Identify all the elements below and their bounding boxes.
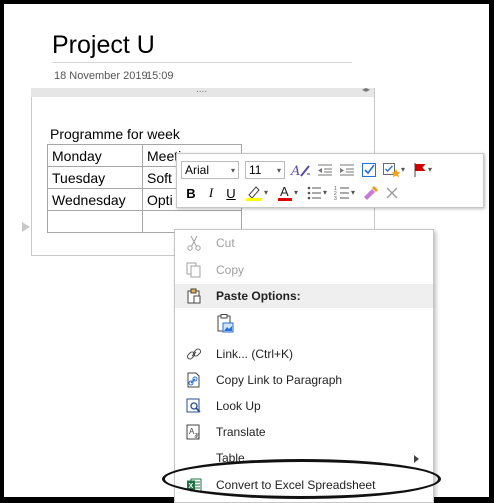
container-drag-bar[interactable]: .... ◂▸ xyxy=(31,84,374,97)
clipboard-icon xyxy=(185,287,203,305)
menu-item-link[interactable]: Link... (Ctrl+K) xyxy=(175,342,433,366)
clear-formatting-button[interactable]: A xyxy=(289,161,313,179)
font-color-button[interactable]: A ▾ xyxy=(275,184,303,202)
todo-tag-button[interactable] xyxy=(359,161,379,179)
close-icon xyxy=(386,187,398,199)
copy-link-icon xyxy=(185,371,203,389)
menu-item-copy-link[interactable]: Copy Link to Paragraph xyxy=(175,368,433,392)
menu-label-copy-link: Copy Link to Paragraph xyxy=(216,373,343,387)
submenu-arrow-icon xyxy=(414,455,419,463)
checkbox-icon xyxy=(362,163,376,177)
increase-indent-icon xyxy=(340,164,354,176)
flag-icon: ▾ xyxy=(414,163,432,177)
table-cell[interactable]: Monday xyxy=(47,144,143,167)
menu-item-cut[interactable]: Cut xyxy=(175,231,433,255)
menu-label-paste-options: Paste Options: xyxy=(216,289,301,303)
font-name-value: Arial xyxy=(185,163,210,177)
increase-indent-button[interactable] xyxy=(337,161,357,179)
tags-button[interactable]: ▾ xyxy=(381,161,407,179)
svg-text:A: A xyxy=(280,184,289,199)
menu-paste-options-header: Paste Options: xyxy=(175,284,433,308)
menu-label-copy: Copy xyxy=(216,263,245,277)
flag-button[interactable]: ▾ xyxy=(411,161,437,179)
svg-text:▾: ▾ xyxy=(264,188,268,197)
menu-item-copy[interactable]: Copy xyxy=(175,258,433,282)
menu-label-cut: Cut xyxy=(216,236,235,250)
table-cell[interactable] xyxy=(47,210,143,233)
format-painter-button[interactable] xyxy=(361,184,381,202)
svg-text:▾: ▾ xyxy=(401,165,405,174)
italic-button[interactable]: I xyxy=(203,184,219,202)
underline-button[interactable]: U xyxy=(223,184,239,202)
table-cell[interactable]: Wednesday xyxy=(47,188,143,211)
close-toolbar-button[interactable] xyxy=(383,184,401,202)
page-time: 15:09 xyxy=(146,70,174,82)
font-color-icon: A ▾ xyxy=(278,184,298,201)
chevron-down-icon: ▾ xyxy=(276,165,281,175)
tag-star-icon: ▾ xyxy=(383,163,405,178)
format-painter-icon xyxy=(364,185,379,200)
svg-text:▾: ▾ xyxy=(294,188,298,197)
numbering-button[interactable]: 1 2 3 ▾ xyxy=(333,184,359,202)
row-handle-icon[interactable] xyxy=(22,222,30,232)
highlight-button[interactable]: ▾ xyxy=(243,184,273,202)
page-title[interactable]: Project U xyxy=(52,31,155,60)
menu-item-translate[interactable]: Aあ Translate xyxy=(175,420,433,444)
translate-icon: Aあ xyxy=(185,423,203,441)
menu-item-look-up[interactable]: Look Up xyxy=(175,394,433,418)
title-divider xyxy=(52,62,352,63)
highlighter-icon: ▾ xyxy=(246,186,268,201)
menu-label-look-up: Look Up xyxy=(216,399,261,413)
paste-picture-icon xyxy=(215,314,235,334)
menu-label-translate: Translate xyxy=(216,425,266,439)
table-cell[interactable]: Tuesday xyxy=(47,166,143,189)
svg-text:▾: ▾ xyxy=(428,165,432,174)
svg-text:3: 3 xyxy=(334,196,337,201)
scissors-icon xyxy=(185,234,203,252)
menu-label-link: Link... (Ctrl+K) xyxy=(216,347,294,361)
font-size-dropdown[interactable]: 11 ▾ xyxy=(245,161,285,179)
font-name-dropdown[interactable]: Arial ▾ xyxy=(181,161,239,179)
svg-text:▾: ▾ xyxy=(351,188,355,197)
numbering-icon: 123▾ xyxy=(334,186,355,201)
bold-button[interactable]: B xyxy=(183,184,199,202)
svg-text:あ: あ xyxy=(194,433,200,440)
font-size-value: 11 xyxy=(249,163,262,177)
bullets-icon: ▾ xyxy=(307,186,327,200)
container-grip-icon[interactable]: .... xyxy=(196,84,207,95)
mini-toolbar: Arial ▾ 11 ▾ A ▾ ▾ B I U ▾ A ▾ ▾ 1 2 3 ▾ xyxy=(176,153,484,208)
paste-picture-button[interactable] xyxy=(175,310,433,338)
page-date: 18 November 2019 xyxy=(54,70,148,82)
decrease-indent-button[interactable] xyxy=(315,161,335,179)
bullets-button[interactable]: ▾ xyxy=(305,184,331,202)
svg-text:▾: ▾ xyxy=(323,188,327,197)
decrease-indent-icon xyxy=(318,164,332,176)
link-icon xyxy=(185,345,203,363)
look-up-icon xyxy=(185,397,203,415)
copy-icon xyxy=(185,261,203,279)
note-heading[interactable]: Programme for week xyxy=(50,126,180,142)
svg-text:A: A xyxy=(290,164,300,178)
clear-formatting-icon: A xyxy=(290,164,310,178)
annotation-ellipse xyxy=(162,459,441,499)
container-resize-icon[interactable]: ◂▸ xyxy=(362,85,370,94)
chevron-down-icon: ▾ xyxy=(230,165,235,175)
